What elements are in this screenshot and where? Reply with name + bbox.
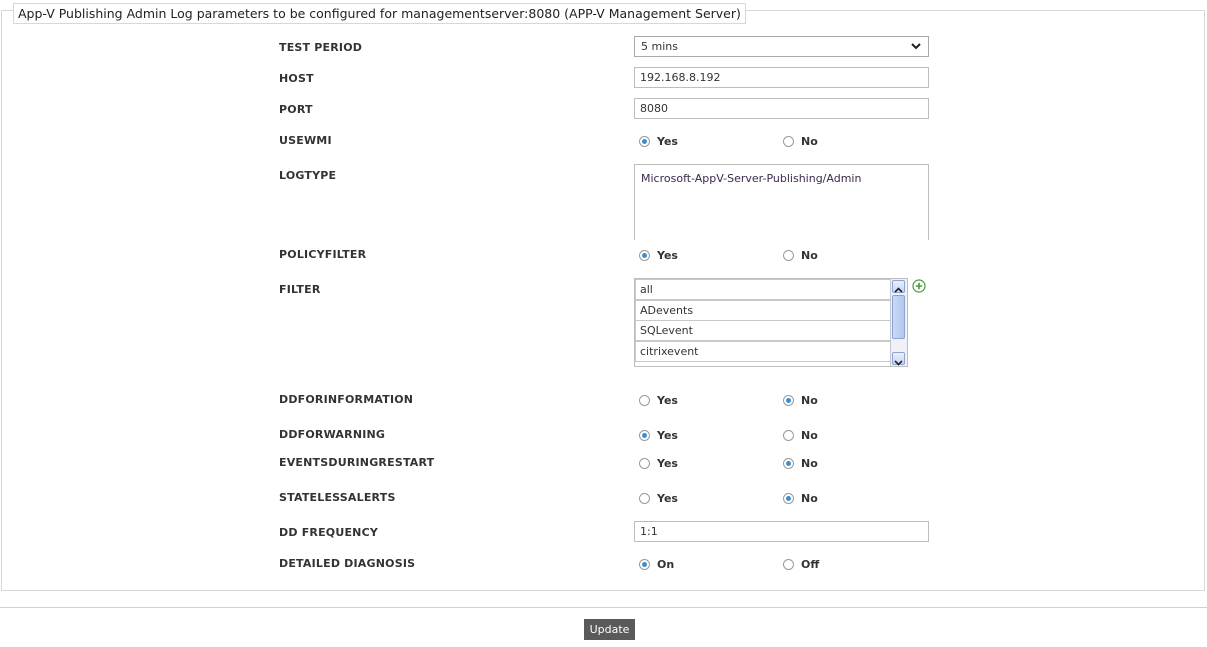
ddforwarning-no-label: No: [801, 429, 818, 442]
ddforwarning-yes-option[interactable]: Yes: [639, 429, 678, 442]
host-label: HOST: [279, 72, 314, 85]
ddforwarning-yes-label: Yes: [657, 429, 678, 442]
policyfilter-label: POLICYFILTER: [279, 248, 367, 261]
usewmi-yes-option[interactable]: Yes: [639, 135, 678, 148]
eventsduringrestart-yes-radio[interactable]: [639, 458, 650, 469]
ddforwarning-label: DDFORWARNING: [279, 428, 386, 441]
detailed-diagnosis-label: DETAILED DIAGNOSIS: [279, 557, 416, 570]
usewmi-no-option[interactable]: No: [783, 135, 818, 148]
scroll-down-arrow[interactable]: [892, 352, 905, 366]
dd-frequency-input[interactable]: 1:1: [634, 521, 929, 542]
chevron-down-icon: [894, 360, 903, 366]
usewmi-yes-label: Yes: [657, 135, 678, 148]
chevron-down-icon: [911, 43, 921, 50]
detailed-diagnosis-on-option[interactable]: On: [639, 558, 674, 571]
test-period-label: TEST PERIOD: [279, 41, 363, 54]
ddforwarning-no-radio[interactable]: [783, 430, 794, 441]
filter-scrollbar[interactable]: [890, 279, 907, 366]
statelessalerts-no-radio[interactable]: [783, 493, 794, 504]
host-input[interactable]: 192.168.8.192: [634, 67, 929, 88]
ddforwarning-no-option[interactable]: No: [783, 429, 818, 442]
policyfilter-no-radio[interactable]: [783, 250, 794, 261]
logtype-textarea[interactable]: Microsoft-AppV-Server-Publishing/Admin: [634, 164, 929, 240]
eventsduringrestart-no-option[interactable]: No: [783, 457, 818, 470]
statelessalerts-label: STATELESSALERTS: [279, 491, 396, 504]
ddforinformation-yes-radio[interactable]: [639, 395, 650, 406]
detailed-diagnosis-on-radio[interactable]: [639, 559, 650, 570]
statelessalerts-no-option[interactable]: No: [783, 492, 818, 505]
ddforinformation-label: DDFORINFORMATION: [279, 393, 414, 406]
statelessalerts-no-label: No: [801, 492, 818, 505]
policyfilter-no-label: No: [801, 249, 818, 262]
detailed-diagnosis-off-label: Off: [801, 558, 820, 571]
filter-listbox[interactable]: all ADevents SQLevent citrixevent: [634, 278, 908, 367]
eventsduringrestart-label: EVENTSDURINGRESTART: [279, 456, 435, 469]
policyfilter-yes-option[interactable]: Yes: [639, 249, 678, 262]
ddforinformation-no-radio[interactable]: [783, 395, 794, 406]
policyfilter-yes-label: Yes: [657, 249, 678, 262]
eventsduringrestart-yes-option[interactable]: Yes: [639, 457, 678, 470]
statelessalerts-yes-label: Yes: [657, 492, 678, 505]
ddforinformation-no-option[interactable]: No: [783, 394, 818, 407]
usewmi-no-label: No: [801, 135, 818, 148]
update-button[interactable]: Update: [584, 619, 635, 640]
detailed-diagnosis-off-radio[interactable]: [783, 559, 794, 570]
detailed-diagnosis-off-option[interactable]: Off: [783, 558, 819, 571]
filter-list-item[interactable]: SQLevent: [635, 320, 892, 341]
ddforinformation-no-label: No: [801, 394, 818, 407]
config-fieldset: [1, 10, 1205, 591]
statelessalerts-yes-option[interactable]: Yes: [639, 492, 678, 505]
dd-frequency-label: DD FREQUENCY: [279, 526, 379, 539]
statelessalerts-yes-radio[interactable]: [639, 493, 650, 504]
logtype-label: LOGTYPE: [279, 169, 337, 182]
footer-divider: [0, 607, 1207, 608]
usewmi-label: USEWMI: [279, 134, 332, 147]
eventsduringrestart-no-label: No: [801, 457, 818, 470]
filter-list-item[interactable]: citrixevent: [635, 341, 892, 362]
form-legend: App-V Publishing Admin Log parameters to…: [13, 3, 746, 24]
filter-list-item[interactable]: ADevents: [635, 300, 892, 321]
scroll-up-arrow[interactable]: [892, 280, 905, 293]
policyfilter-no-option[interactable]: No: [783, 249, 818, 262]
filter-label: FILTER: [279, 283, 321, 296]
policyfilter-yes-radio[interactable]: [639, 250, 650, 261]
usewmi-yes-radio[interactable]: [639, 136, 650, 147]
usewmi-no-radio[interactable]: [783, 136, 794, 147]
add-filter-icon[interactable]: [912, 279, 926, 293]
eventsduringrestart-no-radio[interactable]: [783, 458, 794, 469]
eventsduringrestart-yes-label: Yes: [657, 457, 678, 470]
port-label: PORT: [279, 103, 313, 116]
ddforinformation-yes-label: Yes: [657, 394, 678, 407]
test-period-select[interactable]: 5 mins: [634, 36, 929, 57]
port-input[interactable]: 8080: [634, 98, 929, 119]
ddforwarning-yes-radio[interactable]: [639, 430, 650, 441]
test-period-value: 5 mins: [641, 40, 678, 53]
ddforinformation-yes-option[interactable]: Yes: [639, 394, 678, 407]
detailed-diagnosis-on-label: On: [657, 558, 675, 571]
scroll-thumb[interactable]: [892, 295, 905, 339]
filter-list-item[interactable]: all: [635, 279, 892, 300]
